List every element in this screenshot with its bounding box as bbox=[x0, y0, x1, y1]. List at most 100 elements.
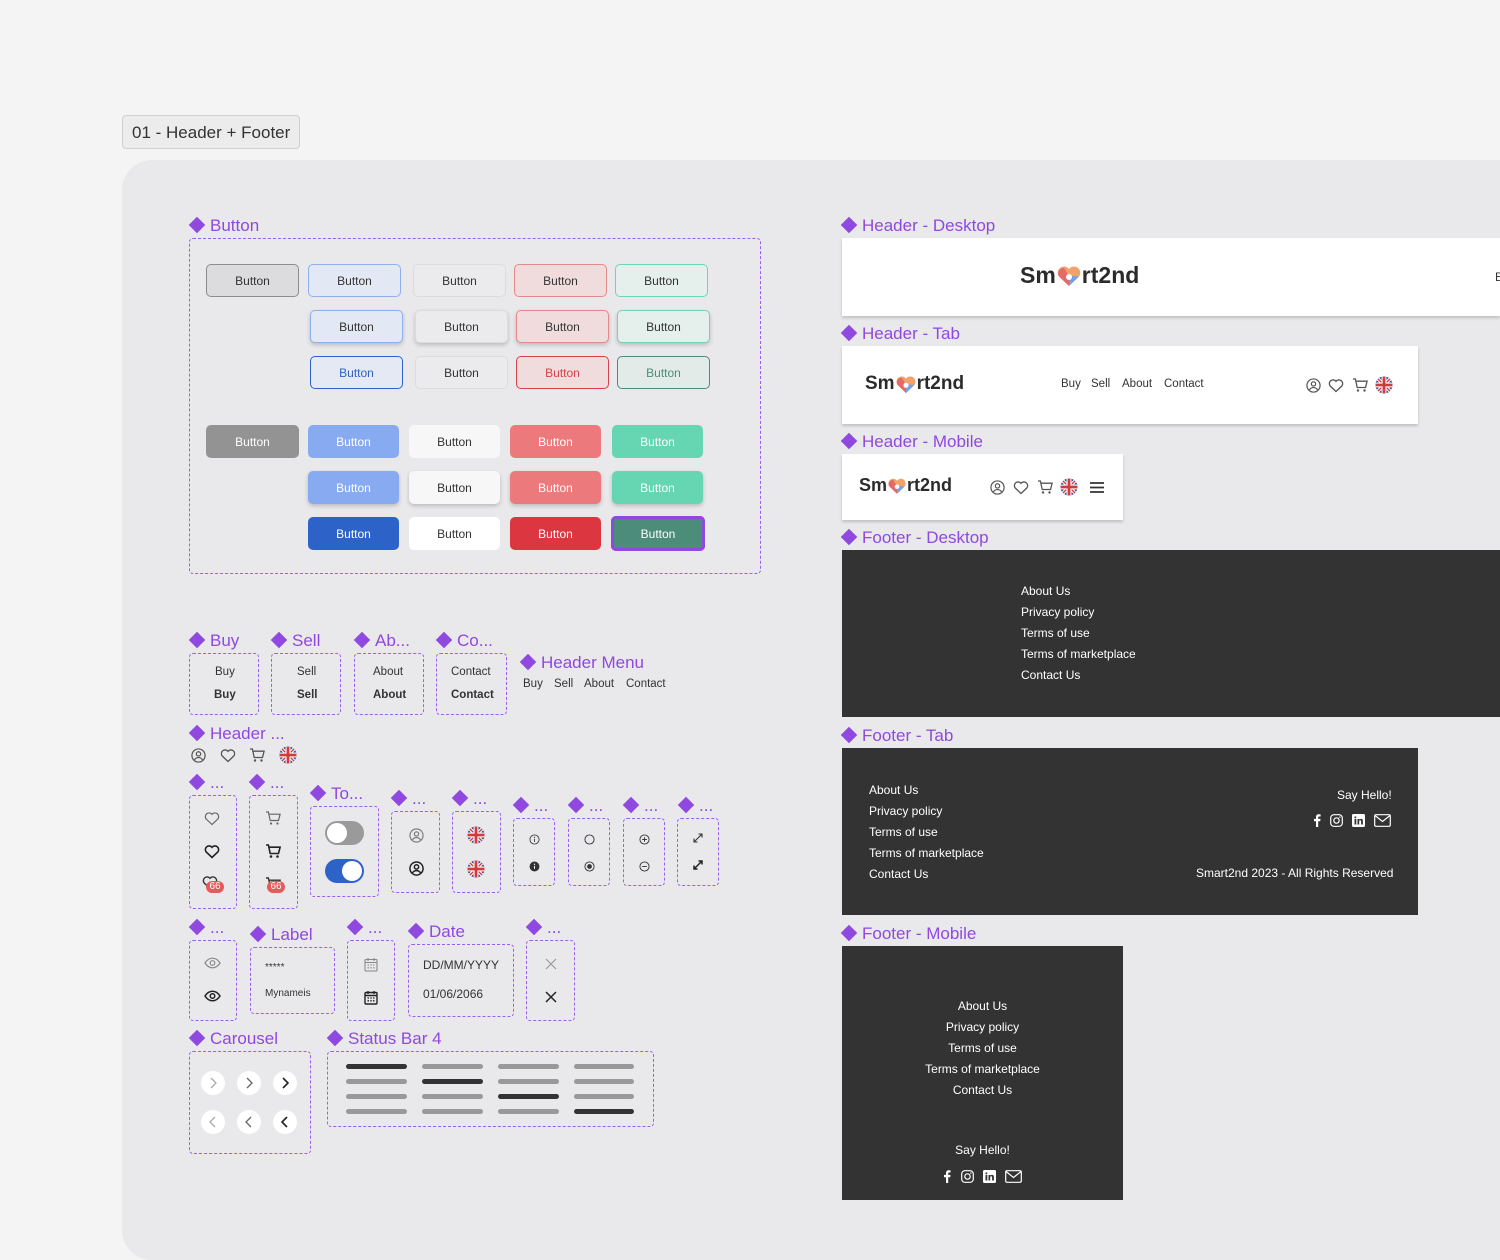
carousel-next-button[interactable] bbox=[237, 1071, 261, 1095]
component-title-date[interactable]: Date bbox=[407, 922, 465, 942]
cart-icon[interactable] bbox=[1352, 377, 1369, 393]
component-title-flag[interactable]: ... bbox=[451, 789, 487, 809]
footer-link-about-us[interactable]: About Us bbox=[1021, 584, 1070, 598]
component-title-header-icons[interactable]: Header ... bbox=[188, 724, 285, 744]
nav-buy[interactable]: Buy bbox=[1061, 378, 1081, 390]
user-icon[interactable] bbox=[408, 860, 424, 876]
eye-icon[interactable] bbox=[204, 989, 221, 1003]
button[interactable]: Button bbox=[308, 425, 399, 458]
component-title-header-desktop[interactable]: Header - Desktop bbox=[840, 216, 995, 236]
header-menu-sell[interactable]: Sell bbox=[554, 678, 573, 690]
footer-link-terms[interactable]: Terms of use bbox=[869, 825, 938, 839]
button[interactable]: Button bbox=[514, 264, 607, 297]
button[interactable]: Button bbox=[510, 471, 601, 504]
component-title-carousel[interactable]: Carousel bbox=[188, 1029, 278, 1049]
component-title-close[interactable]: ... bbox=[525, 918, 561, 938]
user-icon[interactable] bbox=[989, 479, 1005, 495]
button[interactable]: Button bbox=[310, 356, 403, 389]
close-icon[interactable] bbox=[544, 990, 557, 1003]
user-icon[interactable] bbox=[408, 827, 424, 843]
header-menu-buy[interactable]: Buy bbox=[523, 678, 543, 690]
component-title-label[interactable]: Label bbox=[249, 925, 313, 945]
component-title-info[interactable]: ... bbox=[512, 796, 548, 816]
zoom-in-icon[interactable] bbox=[638, 833, 650, 845]
date-placeholder[interactable]: DD/MM/YYYY bbox=[423, 958, 499, 972]
footer-link-terms[interactable]: Terms of use bbox=[842, 1041, 1123, 1055]
button[interactable]: Button bbox=[308, 517, 399, 550]
button[interactable]: Button bbox=[617, 356, 710, 389]
zoom-out-icon[interactable] bbox=[638, 860, 650, 872]
component-title-radio[interactable]: ... bbox=[567, 796, 603, 816]
user-icon[interactable] bbox=[1305, 377, 1321, 393]
component-title-expand[interactable]: ... bbox=[677, 796, 713, 816]
component-title-header-tab[interactable]: Header - Tab bbox=[840, 324, 960, 344]
button[interactable]: Button bbox=[206, 264, 299, 297]
button[interactable]: Button bbox=[612, 425, 703, 458]
footer-link-privacy[interactable]: Privacy policy bbox=[1021, 605, 1094, 619]
footer-link-privacy[interactable]: Privacy policy bbox=[869, 804, 942, 818]
toggle-on[interactable] bbox=[325, 859, 364, 883]
uk-flag-icon[interactable] bbox=[467, 860, 485, 878]
uk-flag-icon[interactable] bbox=[467, 826, 485, 844]
heart-icon[interactable] bbox=[220, 747, 236, 763]
radio-checked-icon[interactable] bbox=[583, 860, 595, 872]
header-menu-contact[interactable]: Contact bbox=[626, 678, 666, 690]
button[interactable]: Button bbox=[516, 356, 609, 389]
component-title-eye[interactable]: ... bbox=[188, 918, 224, 938]
frame-label[interactable]: 01 - Header + Footer bbox=[122, 115, 301, 149]
uk-flag-icon[interactable] bbox=[1375, 376, 1393, 394]
footer-link-about-us[interactable]: About Us bbox=[869, 783, 918, 797]
cart-icon[interactable] bbox=[265, 843, 282, 859]
footer-link-terms[interactable]: Terms of use bbox=[1021, 626, 1090, 640]
date-value[interactable]: 01/06/2066 bbox=[423, 987, 483, 1001]
password-field[interactable]: ***** bbox=[265, 962, 284, 973]
button[interactable]: Button bbox=[612, 471, 703, 504]
component-title-button[interactable]: Button bbox=[188, 216, 259, 236]
close-icon[interactable] bbox=[544, 957, 557, 970]
button[interactable]: Button bbox=[415, 356, 508, 389]
info-icon[interactable] bbox=[528, 860, 540, 872]
carousel-prev-button[interactable] bbox=[237, 1110, 261, 1134]
header-menu-about[interactable]: About bbox=[584, 678, 614, 690]
expand-icon[interactable] bbox=[692, 859, 704, 871]
component-title-heart[interactable]: ... bbox=[188, 773, 224, 793]
facebook-icon[interactable] bbox=[942, 1169, 952, 1183]
button[interactable]: Button bbox=[413, 264, 506, 297]
eye-icon[interactable] bbox=[204, 956, 221, 970]
component-title-header-mobile[interactable]: Header - Mobile bbox=[840, 432, 983, 452]
facebook-icon[interactable] bbox=[1312, 813, 1322, 827]
smart2nd-logo[interactable]: Sm rt2nd bbox=[1020, 262, 1139, 289]
component-title-about[interactable]: Ab... bbox=[353, 631, 410, 651]
heart-icon[interactable] bbox=[1328, 377, 1344, 393]
button-selected[interactable]: Button bbox=[611, 516, 705, 551]
footer-link-privacy[interactable]: Privacy policy bbox=[842, 1020, 1123, 1034]
component-title-footer-mobile[interactable]: Footer - Mobile bbox=[840, 924, 976, 944]
nav-contact[interactable]: Contact bbox=[451, 666, 491, 678]
nav-about[interactable]: About bbox=[373, 666, 403, 678]
footer-link-marketplace[interactable]: Terms of marketplace bbox=[869, 846, 984, 860]
component-title-buy[interactable]: Buy bbox=[188, 631, 239, 651]
footer-link-contact[interactable]: Contact Us bbox=[869, 867, 928, 881]
calendar-icon[interactable] bbox=[363, 956, 379, 972]
nav-buy[interactable]: Buy bbox=[215, 666, 235, 678]
button[interactable]: Button bbox=[409, 471, 500, 504]
button[interactable]: Button bbox=[617, 310, 710, 343]
component-title-toggle[interactable]: To... bbox=[309, 784, 363, 804]
heart-icon[interactable] bbox=[204, 810, 220, 826]
footer-link-marketplace[interactable]: Terms of marketplace bbox=[1021, 647, 1136, 661]
mail-icon[interactable] bbox=[1004, 1169, 1022, 1183]
linkedin-icon[interactable] bbox=[982, 1169, 996, 1183]
nav-about[interactable]: About bbox=[1122, 378, 1152, 390]
button[interactable]: Button bbox=[615, 264, 708, 297]
cart-icon[interactable] bbox=[249, 747, 266, 763]
carousel-prev-button[interactable] bbox=[201, 1110, 225, 1134]
smart2nd-logo[interactable]: Sm rt2nd bbox=[859, 475, 952, 496]
component-title-sell[interactable]: Sell bbox=[270, 631, 320, 651]
footer-link-contact[interactable]: Contact Us bbox=[1021, 668, 1080, 682]
uk-flag-icon[interactable] bbox=[1060, 478, 1078, 496]
button[interactable]: Button bbox=[510, 425, 601, 458]
cart-icon[interactable] bbox=[265, 810, 282, 826]
smart2nd-logo[interactable]: Sm rt2nd bbox=[865, 373, 964, 395]
component-title-user[interactable]: ... bbox=[390, 789, 426, 809]
heart-icon[interactable] bbox=[1013, 479, 1029, 495]
